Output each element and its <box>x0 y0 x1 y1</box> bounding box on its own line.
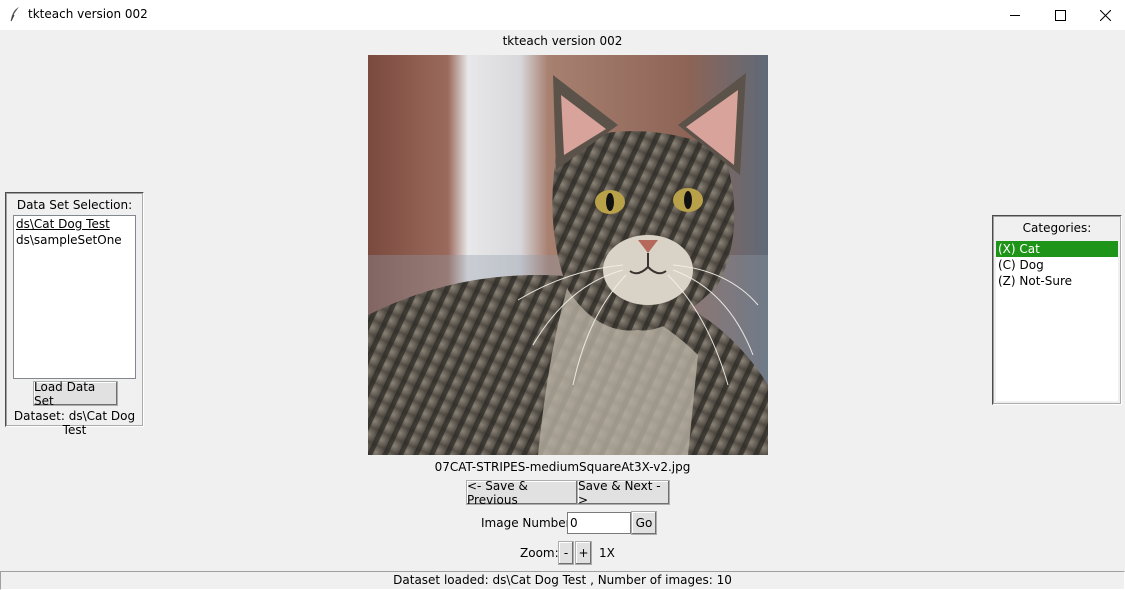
minimize-icon <box>1009 14 1020 16</box>
dataset-list-item[interactable]: ds\Cat Dog Test <box>14 216 135 232</box>
category-item-not-sure[interactable]: (Z) Not-Sure <box>996 273 1118 289</box>
zoom-label: Zoom: <box>520 546 559 560</box>
categories-panel-label: Categories: <box>1022 221 1092 235</box>
status-bar: Dataset loaded: ds\Cat Dog Test , Number… <box>0 571 1125 590</box>
zoom-in-button[interactable]: + <box>575 541 592 565</box>
maximize-icon <box>1054 9 1066 21</box>
title-bar: tkteach version 002 <box>0 0 1125 30</box>
category-item-dog[interactable]: (C) Dog <box>996 257 1118 273</box>
maximize-button[interactable] <box>1037 0 1083 30</box>
app-heading: tkteach version 002 <box>502 34 623 48</box>
cat-image <box>368 55 768 455</box>
minimize-button[interactable] <box>992 0 1038 30</box>
close-button[interactable] <box>1082 0 1125 30</box>
dataset-listbox[interactable]: ds\Cat Dog Test ds\sampleSetOne <box>13 215 136 379</box>
go-button[interactable]: Go <box>631 511 657 535</box>
category-item-cat[interactable]: (X) Cat <box>996 241 1118 257</box>
save-next-button[interactable]: Save & Next -> <box>577 479 670 507</box>
categories-panel: Categories: (X) Cat (C) Dog (Z) Not-Sure <box>992 215 1122 405</box>
dataset-selection-panel: Data Set Selection: ds\Cat Dog Test ds\s… <box>5 192 144 437</box>
dataset-panel-label: Data Set Selection: <box>16 198 133 212</box>
window-title: tkteach version 002 <box>28 7 148 21</box>
load-data-set-button[interactable]: Load Data Set <box>33 380 118 408</box>
categories-listbox[interactable]: (X) Cat (C) Dog (Z) Not-Sure <box>996 241 1118 401</box>
image-number-input[interactable] <box>567 512 631 534</box>
close-icon <box>1099 9 1111 21</box>
zoom-level: 1X <box>599 546 615 560</box>
current-dataset-label: Dataset: ds\Cat Dog Test <box>13 409 136 437</box>
dataset-list-item[interactable]: ds\sampleSetOne <box>14 232 135 248</box>
zoom-out-button[interactable]: - <box>558 541 574 565</box>
feather-icon <box>10 7 19 22</box>
save-previous-button[interactable]: <- Save & Previous <box>466 479 578 507</box>
image-filename: 07CAT-STRIPES-mediumSquareAt3X-v2.jpg <box>434 460 691 474</box>
image-number-label: Image Number: <box>481 516 575 530</box>
